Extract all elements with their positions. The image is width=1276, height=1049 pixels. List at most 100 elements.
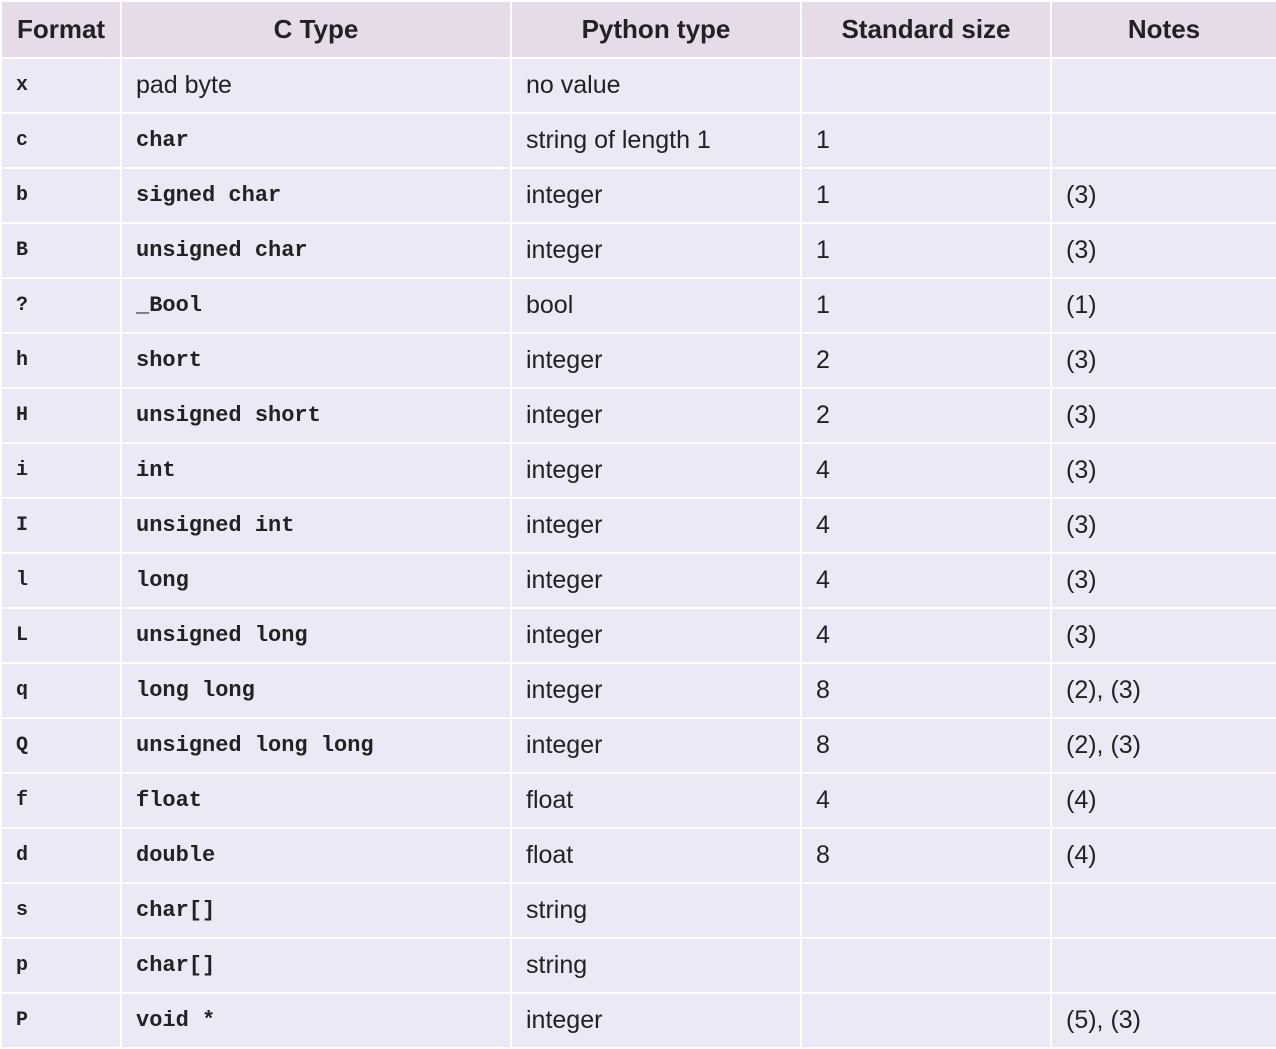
cell-format: I [1, 498, 121, 553]
table-row: qlong longinteger8(2), (3) [1, 663, 1276, 718]
cell-ptype: integer [511, 443, 801, 498]
cell-size: 1 [801, 113, 1051, 168]
cell-ptype: integer [511, 388, 801, 443]
cell-ptype: integer [511, 223, 801, 278]
table-row: Bunsigned charinteger1(3) [1, 223, 1276, 278]
cell-ptype: integer [511, 663, 801, 718]
table-row: ?_Boolbool1(1) [1, 278, 1276, 333]
cell-size: 2 [801, 388, 1051, 443]
cell-size: 8 [801, 828, 1051, 883]
table-row: pchar[]string [1, 938, 1276, 993]
cell-ptype: integer [511, 993, 801, 1048]
cell-ptype: string [511, 938, 801, 993]
table-row: Pvoid *integer (5), (3) [1, 993, 1276, 1048]
cell-ctype: unsigned long [121, 608, 511, 663]
cell-format: h [1, 333, 121, 388]
cell-format: p [1, 938, 121, 993]
table-row: ddoublefloat8(4) [1, 828, 1276, 883]
cell-ptype: string [511, 883, 801, 938]
cell-size: 1 [801, 223, 1051, 278]
cell-ctype: long long [121, 663, 511, 718]
cell-ptype: integer [511, 498, 801, 553]
cell-notes: (3) [1051, 443, 1276, 498]
cell-format: P [1, 993, 121, 1048]
cell-ctype: void * [121, 993, 511, 1048]
cell-format: s [1, 883, 121, 938]
cell-ptype: float [511, 828, 801, 883]
cell-size: 8 [801, 718, 1051, 773]
cell-format: d [1, 828, 121, 883]
table-row: Hunsigned shortinteger2(3) [1, 388, 1276, 443]
cell-format: B [1, 223, 121, 278]
cell-ptype: integer [511, 168, 801, 223]
table-row: schar[]string [1, 883, 1276, 938]
cell-format: Q [1, 718, 121, 773]
cell-notes: (4) [1051, 828, 1276, 883]
cell-size [801, 938, 1051, 993]
format-table: Format C Type Python type Standard size … [0, 0, 1276, 1049]
cell-size: 4 [801, 443, 1051, 498]
table-row: llonginteger4(3) [1, 553, 1276, 608]
table-row: xpad byteno value [1, 58, 1276, 113]
cell-ctype: unsigned long long [121, 718, 511, 773]
table-header-row: Format C Type Python type Standard size … [1, 1, 1276, 58]
cell-size: 4 [801, 773, 1051, 828]
cell-ptype: integer [511, 333, 801, 388]
table-row: iintinteger4(3) [1, 443, 1276, 498]
cell-ctype: double [121, 828, 511, 883]
header-size: Standard size [801, 1, 1051, 58]
cell-ptype: integer [511, 608, 801, 663]
cell-format: q [1, 663, 121, 718]
cell-size: 4 [801, 498, 1051, 553]
cell-ptype: float [511, 773, 801, 828]
cell-size: 2 [801, 333, 1051, 388]
cell-notes: (3) [1051, 608, 1276, 663]
cell-notes: (1) [1051, 278, 1276, 333]
cell-size: 4 [801, 608, 1051, 663]
cell-ctype: unsigned int [121, 498, 511, 553]
cell-format: x [1, 58, 121, 113]
cell-notes: (5), (3) [1051, 993, 1276, 1048]
table-row: Lunsigned longinteger4(3) [1, 608, 1276, 663]
cell-notes: (3) [1051, 333, 1276, 388]
table-row: Qunsigned long longinteger8(2), (3) [1, 718, 1276, 773]
cell-notes: (3) [1051, 388, 1276, 443]
cell-format: ? [1, 278, 121, 333]
table-row: bsigned charinteger1(3) [1, 168, 1276, 223]
cell-format: f [1, 773, 121, 828]
cell-ctype: char [121, 113, 511, 168]
cell-size: 8 [801, 663, 1051, 718]
cell-notes: (3) [1051, 223, 1276, 278]
cell-ptype: no value [511, 58, 801, 113]
cell-ctype: int [121, 443, 511, 498]
header-ctype: C Type [121, 1, 511, 58]
cell-ptype: integer [511, 718, 801, 773]
cell-ctype: float [121, 773, 511, 828]
cell-format: i [1, 443, 121, 498]
cell-notes: (3) [1051, 498, 1276, 553]
cell-notes: (2), (3) [1051, 718, 1276, 773]
cell-ctype: char[] [121, 938, 511, 993]
cell-notes: (2), (3) [1051, 663, 1276, 718]
cell-ptype: bool [511, 278, 801, 333]
cell-notes [1051, 938, 1276, 993]
cell-size [801, 883, 1051, 938]
cell-ctype: long [121, 553, 511, 608]
cell-format: L [1, 608, 121, 663]
cell-format: l [1, 553, 121, 608]
cell-format: H [1, 388, 121, 443]
cell-ctype: short [121, 333, 511, 388]
cell-notes: (4) [1051, 773, 1276, 828]
cell-notes: (3) [1051, 553, 1276, 608]
table-row: Iunsigned intinteger4(3) [1, 498, 1276, 553]
table-row: ccharstring of length 11 [1, 113, 1276, 168]
cell-ctype: signed char [121, 168, 511, 223]
cell-size: 1 [801, 168, 1051, 223]
table-row: ffloatfloat4(4) [1, 773, 1276, 828]
cell-notes: (3) [1051, 168, 1276, 223]
cell-format: c [1, 113, 121, 168]
cell-ctype: pad byte [121, 58, 511, 113]
cell-ctype: char[] [121, 883, 511, 938]
header-ptype: Python type [511, 1, 801, 58]
cell-ptype: integer [511, 553, 801, 608]
